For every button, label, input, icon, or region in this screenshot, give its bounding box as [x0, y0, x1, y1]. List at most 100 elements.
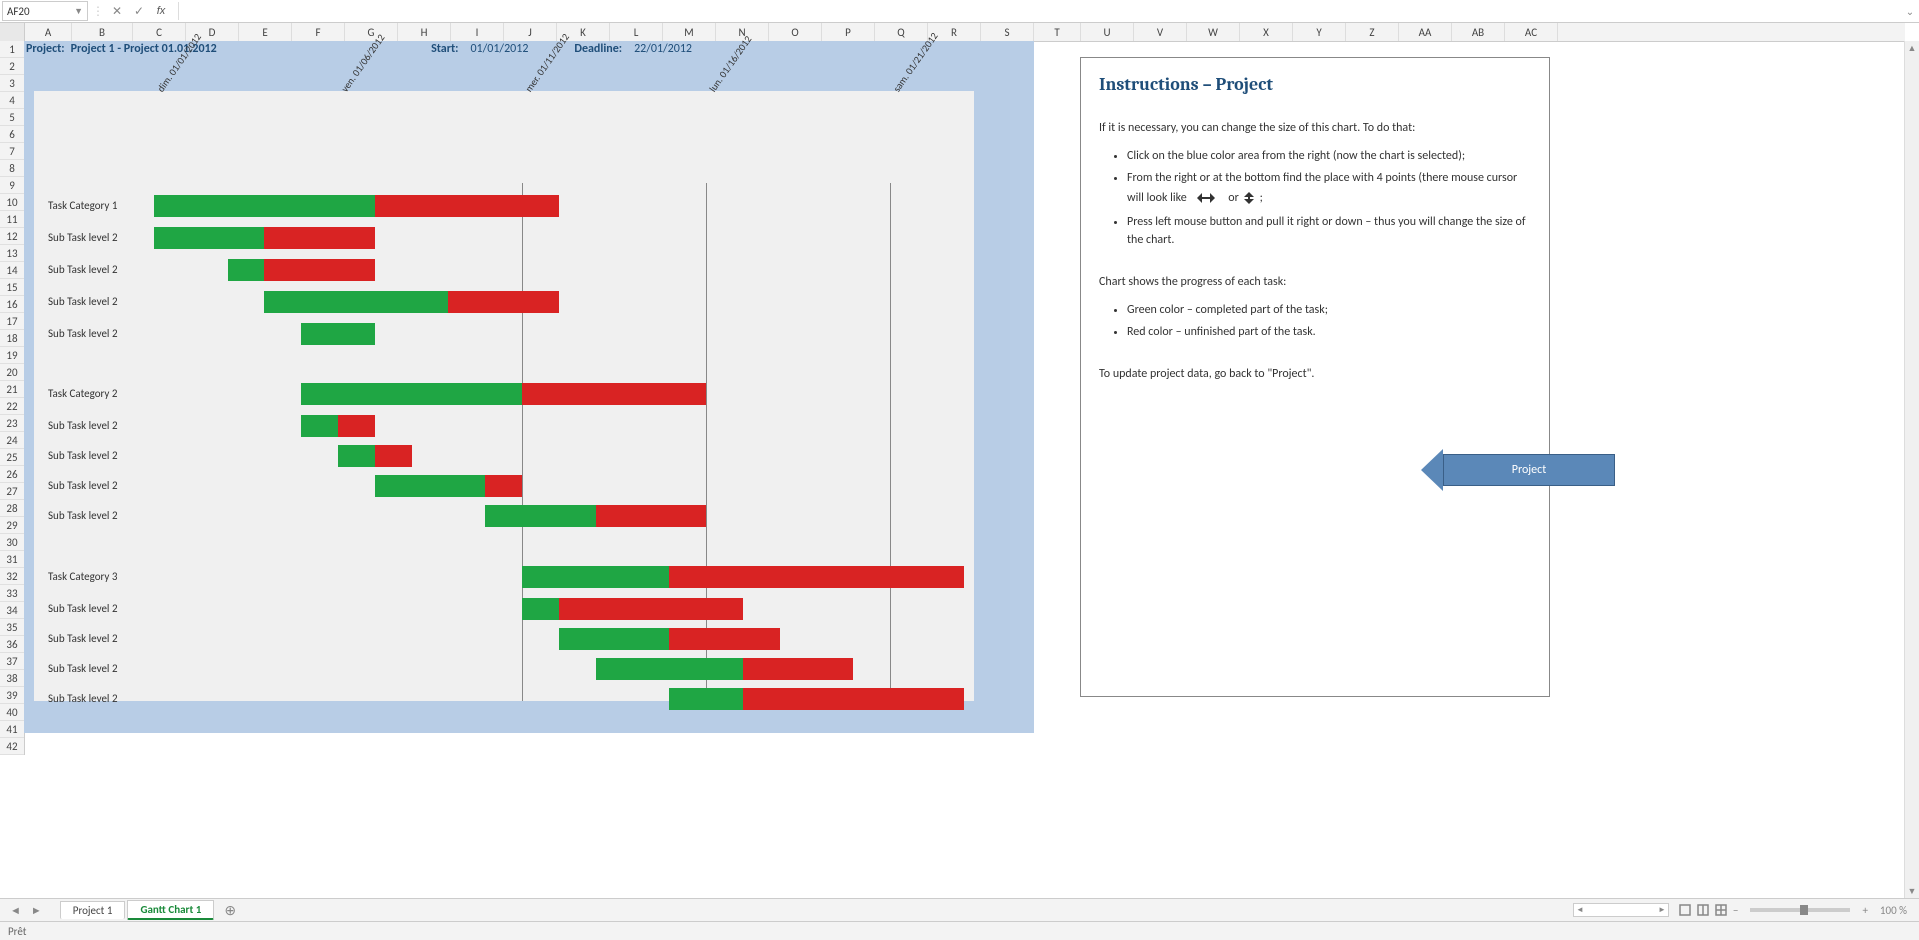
zoom-level[interactable]: 100 %	[1880, 904, 1907, 917]
row-header[interactable]: 31	[0, 551, 24, 568]
column-header[interactable]: X	[1240, 23, 1293, 41]
row-header[interactable]: 23	[0, 415, 24, 432]
column-header[interactable]: L	[610, 23, 663, 41]
row-header[interactable]: 11	[0, 211, 24, 228]
row-header[interactable]: 17	[0, 313, 24, 330]
column-header[interactable]: T	[1034, 23, 1081, 41]
confirm-formula-button[interactable]: ✓	[130, 2, 148, 20]
row-header[interactable]: 5	[0, 109, 24, 126]
fx-button[interactable]: fx	[152, 2, 170, 20]
zoom-in-button[interactable]: +	[1862, 904, 1867, 917]
row-header[interactable]: 7	[0, 143, 24, 160]
page-break-view-icon[interactable]	[1715, 904, 1727, 916]
row-header[interactable]: 30	[0, 534, 24, 551]
row-header[interactable]: 10	[0, 194, 24, 211]
column-header[interactable]: V	[1134, 23, 1187, 41]
column-header[interactable]: I	[451, 23, 504, 41]
column-header[interactable]: W	[1187, 23, 1240, 41]
tab-nav-prev[interactable]: ◄	[6, 904, 25, 917]
row-header[interactable]: 40	[0, 704, 24, 721]
deadline-label: Deadline:	[574, 42, 622, 56]
cancel-formula-button[interactable]: ✕	[108, 2, 126, 20]
row-header[interactable]: 36	[0, 636, 24, 653]
horizontal-scrollbar[interactable]: ◄►	[1573, 903, 1669, 917]
bar-done	[559, 628, 669, 650]
tab-nav-next[interactable]: ►	[27, 904, 46, 917]
row-header[interactable]: 26	[0, 466, 24, 483]
add-sheet-button[interactable]: ⊕	[216, 902, 244, 919]
tab-gantt-chart-1[interactable]: Gantt Chart 1	[127, 900, 214, 920]
row-header[interactable]: 18	[0, 330, 24, 347]
row-header[interactable]: 2	[0, 58, 24, 75]
row-header[interactable]: 14	[0, 262, 24, 279]
column-header[interactable]: Y	[1293, 23, 1346, 41]
row-header[interactable]: 32	[0, 568, 24, 585]
instructions-steps: Click on the blue color area from the ri…	[1099, 147, 1531, 249]
row-header[interactable]: 15	[0, 279, 24, 296]
row-header[interactable]: 35	[0, 619, 24, 636]
project-arrow-button[interactable]: Project	[1443, 454, 1615, 486]
column-header[interactable]: AA	[1399, 23, 1452, 41]
column-header[interactable]: A	[25, 23, 72, 41]
row-header[interactable]: 42	[0, 738, 24, 755]
row-header[interactable]: 1	[0, 41, 24, 58]
column-header[interactable]: B	[72, 23, 133, 41]
row-header[interactable]: 41	[0, 721, 24, 738]
column-header[interactable]: AC	[1505, 23, 1558, 41]
progress-item: Red color – unfinished part of the task.	[1127, 323, 1531, 341]
scroll-down-icon[interactable]: ▼	[1905, 884, 1919, 898]
row-header[interactable]: 29	[0, 517, 24, 534]
row-header[interactable]: 13	[0, 245, 24, 262]
zoom-out-button[interactable]: −	[1733, 904, 1738, 917]
row-header[interactable]: 37	[0, 653, 24, 670]
vertical-scrollbar[interactable]: ▲ ▼	[1904, 41, 1919, 898]
row-header[interactable]: 28	[0, 500, 24, 517]
row-header[interactable]: 21	[0, 381, 24, 398]
cells[interactable]: Project: Project 1 - Project 01.01.2012 …	[24, 41, 1905, 898]
row-header[interactable]: 38	[0, 670, 24, 687]
column-header[interactable]: S	[981, 23, 1034, 41]
column-header[interactable]: M	[663, 23, 716, 41]
row-header[interactable]: 22	[0, 398, 24, 415]
row-header[interactable]: 3	[0, 75, 24, 92]
select-all-corner[interactable]	[0, 23, 25, 41]
column-header[interactable]: U	[1081, 23, 1134, 41]
row-header[interactable]: 39	[0, 687, 24, 704]
column-header[interactable]: Q	[875, 23, 928, 41]
column-header[interactable]: P	[822, 23, 875, 41]
formula-expand-button[interactable]: ⌄	[1903, 5, 1917, 18]
column-header[interactable]: C	[133, 23, 186, 41]
bar-done	[485, 505, 595, 527]
scroll-up-icon[interactable]: ▲	[1905, 41, 1919, 55]
row-header[interactable]: 20	[0, 364, 24, 381]
row-header[interactable]: 8	[0, 160, 24, 177]
column-header[interactable]: H	[398, 23, 451, 41]
row-header[interactable]: 19	[0, 347, 24, 364]
row-header[interactable]: 12	[0, 228, 24, 245]
row-header[interactable]: 34	[0, 602, 24, 619]
column-header[interactable]: J	[504, 23, 557, 41]
row-header[interactable]: 33	[0, 585, 24, 602]
task-label: Task Category 1	[48, 199, 117, 212]
formula-input[interactable]	[178, 2, 1899, 20]
row-header[interactable]: 27	[0, 483, 24, 500]
row-header[interactable]: 4	[0, 92, 24, 109]
column-header[interactable]: Z	[1346, 23, 1399, 41]
instruction-step: Press left mouse button and pull it righ…	[1127, 213, 1531, 249]
zoom-slider[interactable]	[1750, 908, 1850, 912]
row-header[interactable]: 16	[0, 296, 24, 313]
gantt-chart[interactable]: Project: Project 1 - Project 01.01.2012 …	[24, 41, 1034, 733]
tab-project-1[interactable]: Project 1	[60, 901, 126, 919]
column-header[interactable]: F	[292, 23, 345, 41]
name-box[interactable]: AF20 ▼	[2, 1, 88, 21]
resize-vertical-icon	[1244, 187, 1254, 209]
normal-view-icon[interactable]	[1679, 904, 1691, 916]
column-header[interactable]: O	[769, 23, 822, 41]
page-layout-view-icon[interactable]	[1697, 904, 1709, 916]
row-header[interactable]: 24	[0, 432, 24, 449]
column-header[interactable]: AB	[1452, 23, 1505, 41]
row-header[interactable]: 6	[0, 126, 24, 143]
row-header[interactable]: 25	[0, 449, 24, 466]
column-header[interactable]: E	[239, 23, 292, 41]
row-header[interactable]: 9	[0, 177, 24, 194]
